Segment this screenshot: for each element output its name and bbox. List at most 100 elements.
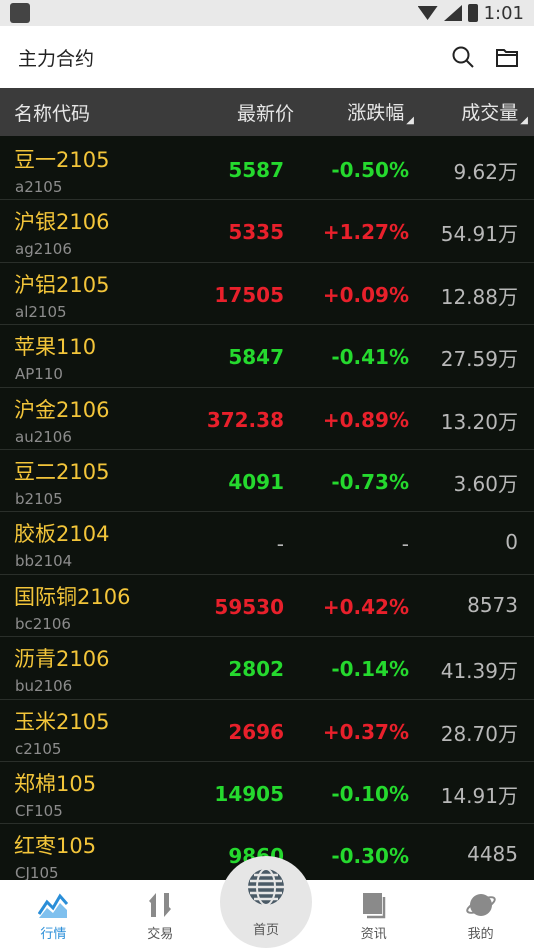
sort-arrow-icon: ◢	[406, 115, 414, 126]
clock: 1:01	[483, 2, 524, 24]
header-change-sort[interactable]: 涨跌幅 ◢	[347, 98, 414, 126]
volume: 12.88万	[440, 284, 518, 309]
contract-name: 沪金2106	[14, 397, 110, 422]
table-header: 名称代码 最新价 涨跌幅 ◢ 成交量 ◢	[0, 88, 534, 136]
last-price: 17505	[214, 282, 284, 307]
news-document-icon	[358, 889, 390, 921]
folder-icon[interactable]	[494, 44, 520, 70]
tab-home-label: 首页	[252, 922, 279, 938]
market-chart-icon	[37, 889, 69, 921]
change-percent: -0.41%	[331, 345, 409, 370]
globe-icon	[246, 867, 286, 911]
volume: 0	[505, 530, 518, 555]
table-row[interactable]: 郑棉105 CF105 14905 -0.10% 14.91万	[0, 762, 534, 825]
tab-market-label: 行情	[40, 927, 67, 942]
contract-name: 沥青2106	[14, 647, 110, 672]
contract-code: CJ105	[15, 864, 59, 880]
contract-code: au2106	[15, 427, 72, 446]
volume: 4485	[467, 842, 518, 867]
contract-code: ag2106	[15, 240, 72, 259]
table-row[interactable]: 沪铝2105 al2105 17505 +0.09% 12.88万	[0, 263, 534, 326]
header-volume-sort[interactable]: 成交量 ◢	[461, 98, 528, 126]
search-icon[interactable]	[450, 44, 476, 70]
contract-name: 玉米2105	[14, 709, 110, 734]
battery-icon	[467, 4, 478, 22]
volume: 54.91万	[440, 222, 518, 247]
last-price: 2696	[228, 719, 284, 744]
table-row[interactable]: 沪金2106 au2106 372.38 +0.89% 13.20万	[0, 388, 534, 450]
change-percent: -0.73%	[331, 469, 409, 494]
trade-arrows-icon	[144, 889, 176, 921]
table-row[interactable]: 沪银2106 ag2106 5335 +1.27% 54.91万	[0, 200, 534, 263]
app-bar: 主力合约	[0, 26, 534, 88]
change-percent: -0.10%	[331, 781, 409, 806]
contract-code: b2105	[15, 489, 63, 508]
change-percent: +0.37%	[322, 719, 409, 744]
tab-profile[interactable]: 我的	[427, 880, 534, 950]
sort-arrow-icon: ◢	[520, 115, 528, 126]
volume: 27.59万	[440, 347, 518, 372]
wifi-icon	[417, 6, 438, 20]
last-price: 5587	[228, 158, 284, 182]
tab-trade-label: 交易	[147, 927, 174, 942]
tab-trade[interactable]: 交易	[107, 880, 214, 950]
table-row[interactable]: 豆一2105 a2105 5587 -0.50% 9.62万	[0, 138, 534, 201]
change-percent: +1.27%	[322, 220, 409, 245]
contract-name: 沪铝2105	[14, 272, 110, 297]
volume: 13.20万	[440, 409, 518, 434]
tab-news[interactable]: 资讯	[320, 880, 427, 950]
change-percent: -0.30%	[331, 844, 409, 869]
contract-code: AP110	[15, 365, 63, 384]
volume: 14.91万	[440, 783, 518, 808]
change-percent: +0.42%	[322, 594, 409, 619]
contract-name: 沪银2106	[14, 210, 110, 235]
tab-market[interactable]: 行情	[0, 880, 107, 950]
last-price: 372.38	[206, 407, 284, 432]
change-percent: -0.14%	[331, 657, 409, 682]
change-percent: -0.50%	[331, 158, 409, 182]
header-price[interactable]: 最新价	[237, 99, 294, 126]
contract-name: 胶板2104	[14, 522, 110, 547]
contract-code: c2105	[15, 739, 62, 758]
change-percent: -	[401, 532, 409, 557]
contract-name: 豆二2105	[14, 459, 110, 484]
last-price: 5335	[228, 220, 284, 245]
tab-news-label: 资讯	[360, 927, 387, 942]
volume: 28.70万	[440, 721, 518, 746]
volume: 9.62万	[453, 160, 518, 184]
contract-code: bb2104	[15, 552, 73, 571]
table-row[interactable]: 沥青2106 bu2106 2802 -0.14% 41.39万	[0, 637, 534, 700]
contract-code: CF105	[15, 801, 63, 820]
status-bar: 1:01	[0, 0, 534, 26]
tab-profile-label: 我的	[467, 927, 494, 942]
contract-name: 郑棉105	[14, 771, 97, 796]
table-row[interactable]: 玉米2105 c2105 2696 +0.37% 28.70万	[0, 700, 534, 762]
table-row[interactable]: 豆二2105 b2105 4091 -0.73% 3.60万	[0, 450, 534, 513]
page-title: 主力合约	[18, 47, 95, 70]
contract-code: bu2106	[15, 677, 73, 696]
change-percent: +0.09%	[322, 282, 409, 307]
last-price: 59530	[214, 594, 284, 619]
contract-code: a2105	[15, 178, 63, 196]
contract-name: 豆一2105	[14, 148, 110, 172]
quote-list[interactable]: 豆一2105 a2105 5587 -0.50% 9.62万 沪银2106 ag…	[0, 138, 534, 880]
contract-name: 红枣105	[14, 834, 97, 859]
tab-home[interactable]: 首页	[220, 856, 312, 948]
volume: 41.39万	[440, 659, 518, 684]
volume: 8573	[467, 592, 518, 617]
table-row[interactable]: 国际铜2106 bc2106 59530 +0.42% 8573	[0, 575, 534, 638]
last-price: -	[276, 532, 284, 557]
header-change-label: 涨跌幅	[347, 102, 405, 124]
last-price: 5847	[228, 345, 284, 370]
table-row[interactable]: 胶板2104 bb2104 - - 0	[0, 512, 534, 575]
last-price: 4091	[228, 469, 284, 494]
signal-icon	[443, 5, 462, 21]
change-percent: +0.89%	[322, 407, 409, 432]
table-row[interactable]: 苹果110 AP110 5847 -0.41% 27.59万	[0, 325, 534, 388]
planet-icon	[465, 889, 497, 921]
contract-name: 苹果110	[14, 335, 97, 360]
volume: 3.60万	[453, 471, 518, 496]
contract-code: bc2106	[15, 614, 71, 633]
contract-name: 国际铜2106	[14, 584, 131, 609]
header-name: 名称代码	[14, 102, 91, 125]
